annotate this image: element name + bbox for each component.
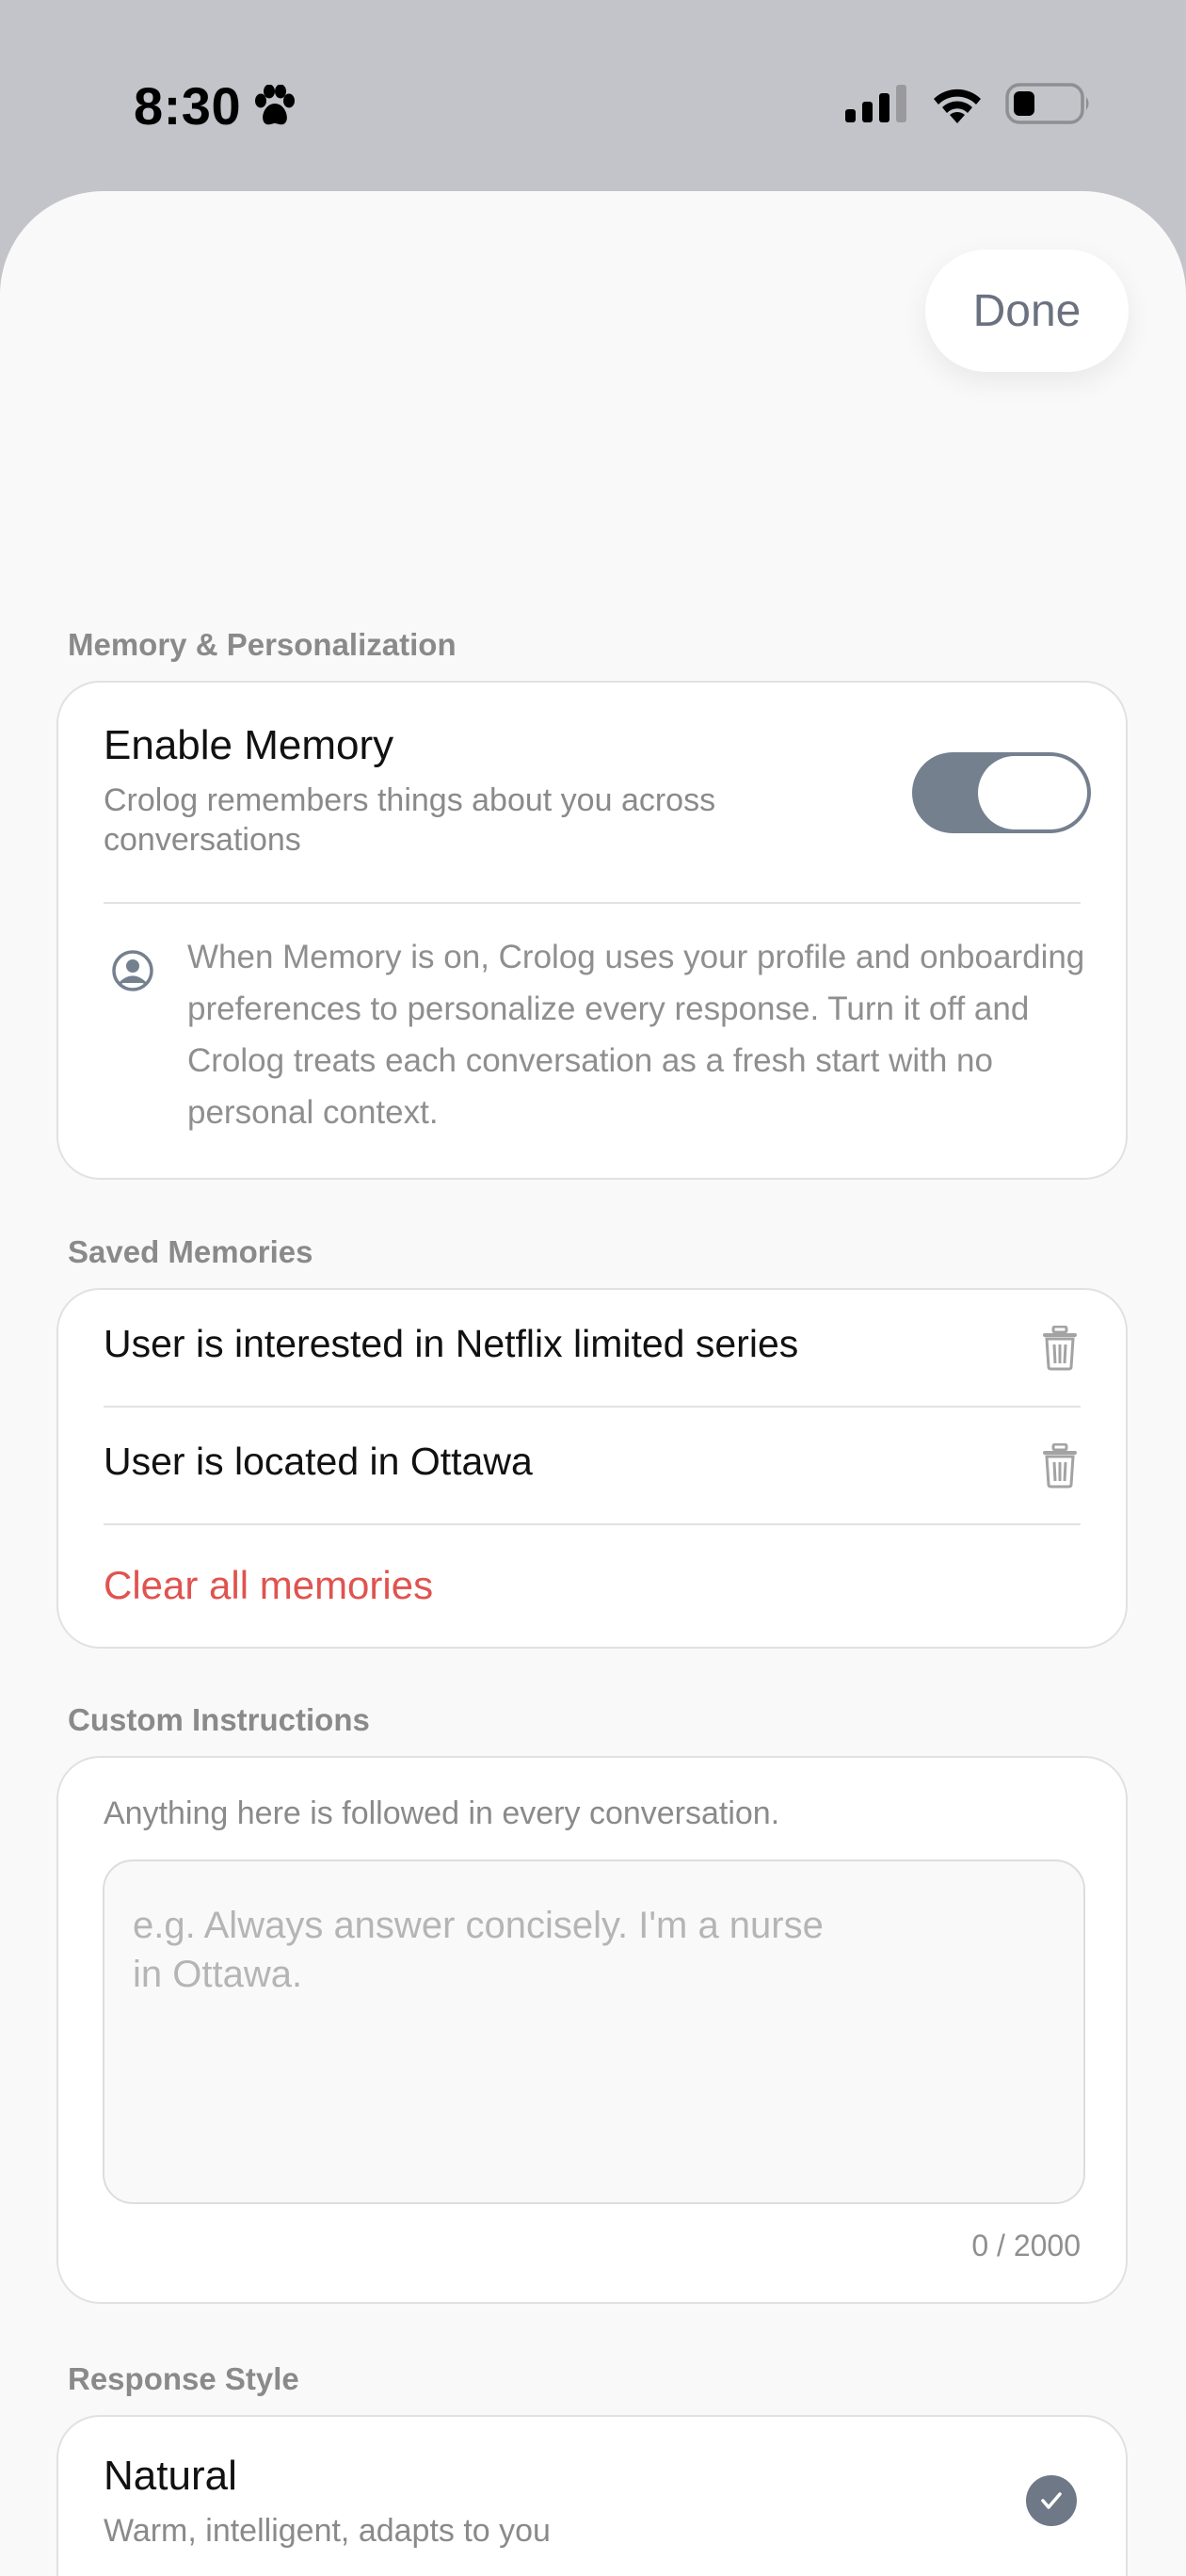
- response-style-option[interactable]: Natural Warm, intelligent, adapts to you: [56, 2415, 1128, 2576]
- paw-icon: [252, 84, 297, 133]
- enable-memory-subtitle: Crolog remembers things about you across…: [104, 782, 716, 858]
- divider: [104, 1523, 1081, 1525]
- custom-instructions-input[interactable]: [103, 1860, 1085, 2204]
- trash-icon[interactable]: [1041, 1442, 1079, 1493]
- status-time: 8:30: [134, 76, 242, 136]
- custom-instructions-card: Anything here is followed in every conve…: [56, 1756, 1128, 2304]
- memory-item-text: User is located in Ottawa: [104, 1440, 533, 1483]
- section-label-memory: Memory & Personalization: [68, 627, 457, 662]
- section-label-custom-instructions: Custom Instructions: [68, 1702, 370, 1737]
- cellular-signal-icon: [845, 85, 909, 127]
- battery-icon: [1005, 83, 1092, 129]
- saved-memories-card: User is interested in Netflix limited se…: [56, 1288, 1128, 1649]
- toggle-knob: [978, 756, 1087, 829]
- memory-item: User is interested in Netflix limited se…: [58, 1290, 1126, 1407]
- enable-memory-title: Enable Memory: [104, 722, 394, 768]
- divider: [104, 902, 1081, 904]
- section-label-response-style: Response Style: [68, 2361, 299, 2396]
- character-counter: 0 / 2000: [971, 2229, 1081, 2262]
- status-bar: 8:30: [0, 0, 1186, 188]
- enable-memory-toggle[interactable]: [912, 752, 1091, 833]
- section-label-saved-memories: Saved Memories: [68, 1234, 313, 1269]
- memory-info-text: When Memory is on, Crolog uses your prof…: [187, 939, 1085, 1131]
- response-style-subtitle: Warm, intelligent, adapts to you: [104, 2513, 551, 2549]
- memory-item: User is located in Ottawa: [58, 1408, 1126, 1524]
- done-button[interactable]: Done: [925, 250, 1129, 372]
- settings-sheet: Done Memory & Personalization Enable Mem…: [0, 191, 1186, 2576]
- user-circle-icon: [111, 949, 154, 997]
- response-style-title: Natural: [104, 2453, 237, 2499]
- memory-item-text: User is interested in Netflix limited se…: [104, 1322, 799, 1365]
- status-icons: [845, 83, 1092, 129]
- wifi-icon: [930, 84, 985, 128]
- custom-instructions-hint: Anything here is followed in every conve…: [104, 1795, 780, 1831]
- trash-icon[interactable]: [1041, 1325, 1079, 1376]
- checkmark-icon: [1026, 2475, 1077, 2526]
- memory-card: Enable Memory Crolog remembers things ab…: [56, 681, 1128, 1180]
- clear-all-memories-button[interactable]: Clear all memories: [104, 1563, 433, 1608]
